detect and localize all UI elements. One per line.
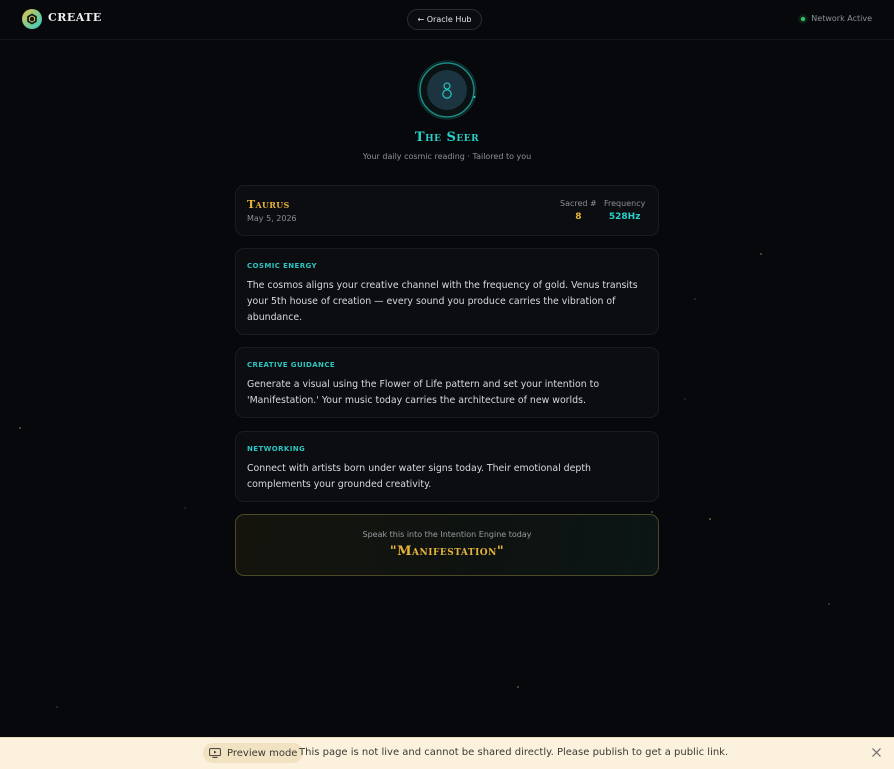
section-label: CREATIVE GUIDANCE	[247, 361, 336, 369]
hexagon-logo-icon[interactable]	[22, 9, 42, 29]
section-text: Generate a visual using the Flower of Li…	[247, 379, 600, 406]
preview-message: This page is not live and cannot be shar…	[299, 747, 729, 758]
intention-label: Speak this into the Intention Engine tod…	[362, 530, 532, 539]
section-label: COSMIC ENERGY	[247, 262, 317, 270]
sign-name: Taurus	[247, 198, 290, 211]
sacred-number-label: Sacred #	[560, 199, 597, 208]
preview-mode-label: Preview mode	[227, 747, 298, 759]
intention-word: "Manifestation"	[389, 544, 505, 559]
section-text: Connect with artists born under water si…	[247, 463, 591, 490]
frequency-label: Frequency	[604, 199, 646, 208]
sacred-number-stat: Sacred # 8	[560, 199, 597, 222]
top-bar: CREATE ← Oracle Hub Network Active	[0, 0, 894, 40]
cosmic-energy-card: COSMIC ENERGY The cosmos aligns your cre…	[235, 248, 659, 335]
intention-card: Speak this into the Intention Engine tod…	[235, 514, 659, 576]
zodiac-sign-card: Taurus May 5, 2026 Sacred # 8 Frequency …	[235, 185, 659, 236]
seer-avatar	[417, 60, 477, 120]
status-dot-icon	[801, 16, 806, 21]
section-label: NETWORKING	[247, 445, 306, 453]
monitor-icon	[209, 748, 221, 758]
network-status: Network Active	[801, 14, 872, 23]
brand-name[interactable]: CREATE	[48, 11, 102, 24]
reading-date: May 5, 2026	[247, 214, 297, 223]
oracle-title: The Seer	[414, 130, 480, 145]
network-status-label: Network Active	[811, 14, 872, 23]
oracle-hub-button[interactable]: ← Oracle Hub	[407, 9, 482, 30]
preview-banner: Preview mode This page is not live and c…	[0, 737, 894, 769]
oracle-subtitle: Your daily cosmic reading · Tailored to …	[362, 152, 532, 161]
section-text: The cosmos aligns your creative channel …	[247, 280, 638, 323]
sacred-number-value: 8	[575, 212, 582, 222]
creative-guidance-card: CREATIVE GUIDANCE Generate a visual usin…	[235, 347, 659, 418]
preview-mode-pill: Preview mode	[203, 743, 304, 763]
close-icon[interactable]	[871, 747, 882, 758]
frequency-value: 528Hz	[608, 212, 641, 222]
networking-card: NETWORKING Connect with artists born und…	[235, 431, 659, 502]
hub-button-label: ← Oracle Hub	[417, 15, 472, 24]
frequency-stat: Frequency 528Hz	[604, 199, 645, 222]
